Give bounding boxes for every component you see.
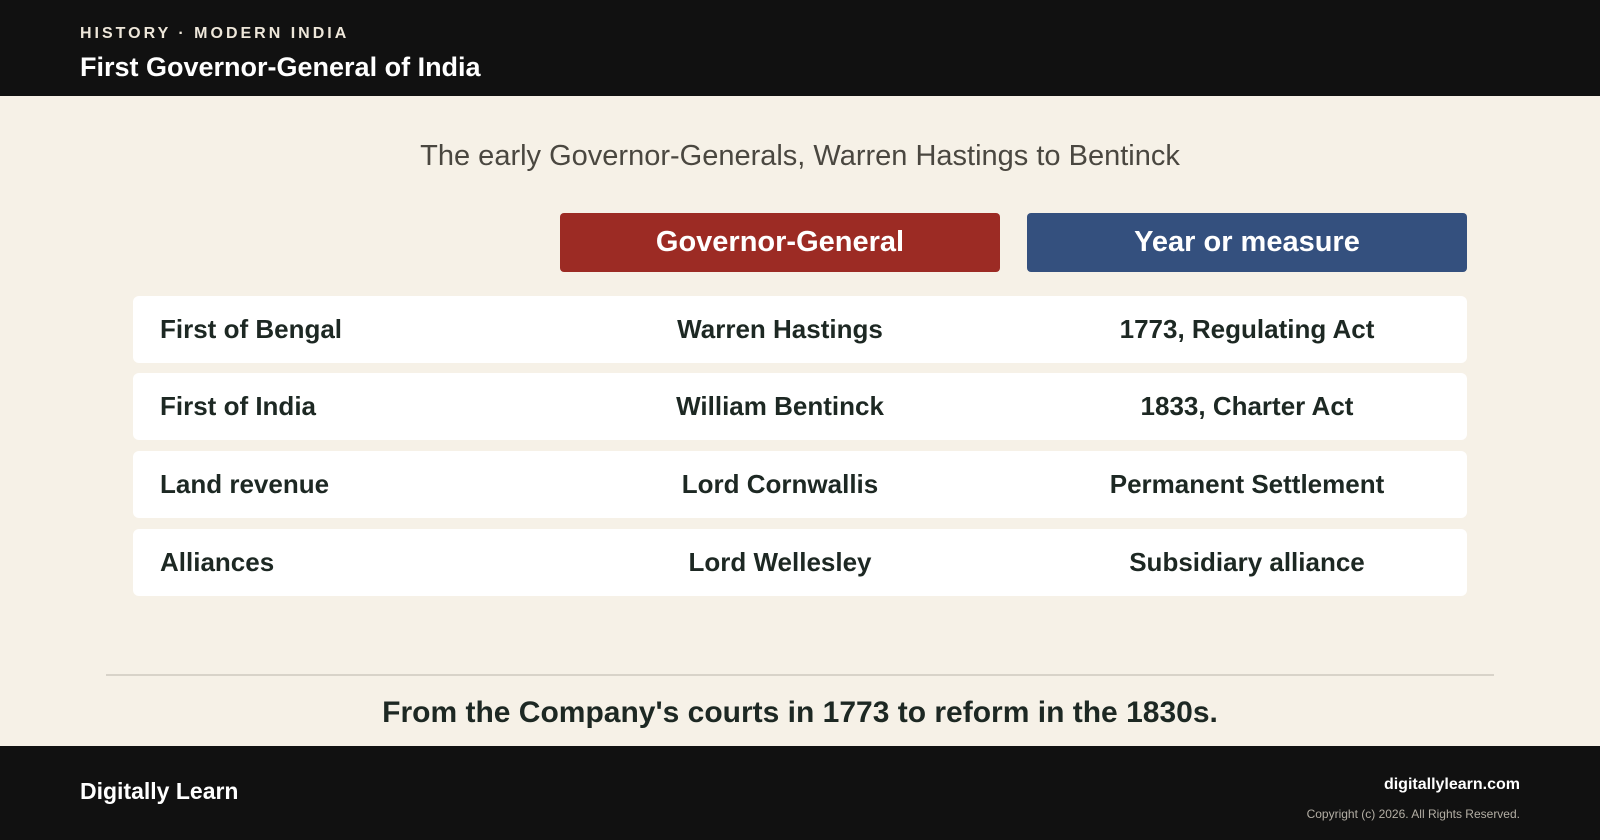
row-label: Alliances [160, 547, 275, 577]
row-year-or-measure: Subsidiary alliance [1129, 547, 1365, 577]
row-governor-general: Warren Hastings [677, 314, 883, 344]
row-year-or-measure: 1773, Regulating Act [1119, 314, 1375, 344]
table-row: Alliances Lord Wellesley Subsidiary alli… [133, 529, 1467, 596]
table-row: First of Bengal Warren Hastings 1773, Re… [133, 296, 1467, 363]
row-governor-general: Lord Cornwallis [681, 469, 879, 499]
table-row: First of India William Bentinck 1833, Ch… [133, 373, 1467, 440]
divider [106, 674, 1494, 676]
table-subtitle: The early Governor-Generals, Warren Hast… [420, 140, 1180, 172]
row-year-or-measure: 1833, Charter Act [1140, 391, 1354, 421]
section-eyebrow: HISTORY · MODERN INDIA [80, 25, 350, 42]
page-title: First Governor-General of India [80, 52, 481, 82]
column-header-governor-general: Governor-General [560, 213, 1000, 272]
site-link[interactable]: digitallylearn.com [1384, 776, 1520, 794]
footer: Digitally Learn digitallylearn.com Copyr… [0, 746, 1600, 840]
table-row: Land revenue Lord Cornwallis Permanent S… [133, 451, 1467, 518]
top-bar: HISTORY · MODERN INDIA First Governor-Ge… [0, 0, 1600, 96]
row-governor-general: William Bentinck [676, 391, 884, 421]
summary-caption: From the Company's courts in 1773 to ref… [382, 696, 1218, 729]
row-label: Land revenue [160, 469, 330, 499]
row-label: First of Bengal [160, 314, 343, 344]
column-header-year-or-measure: Year or measure [1027, 213, 1467, 272]
row-label: First of India [160, 391, 316, 421]
row-governor-general: Lord Wellesley [688, 547, 872, 577]
copyright-notice: Copyright (c) 2026. All Rights Reserved. [1306, 807, 1520, 821]
brand-name: Digitally Learn [80, 778, 239, 804]
row-year-or-measure: Permanent Settlement [1109, 469, 1385, 499]
